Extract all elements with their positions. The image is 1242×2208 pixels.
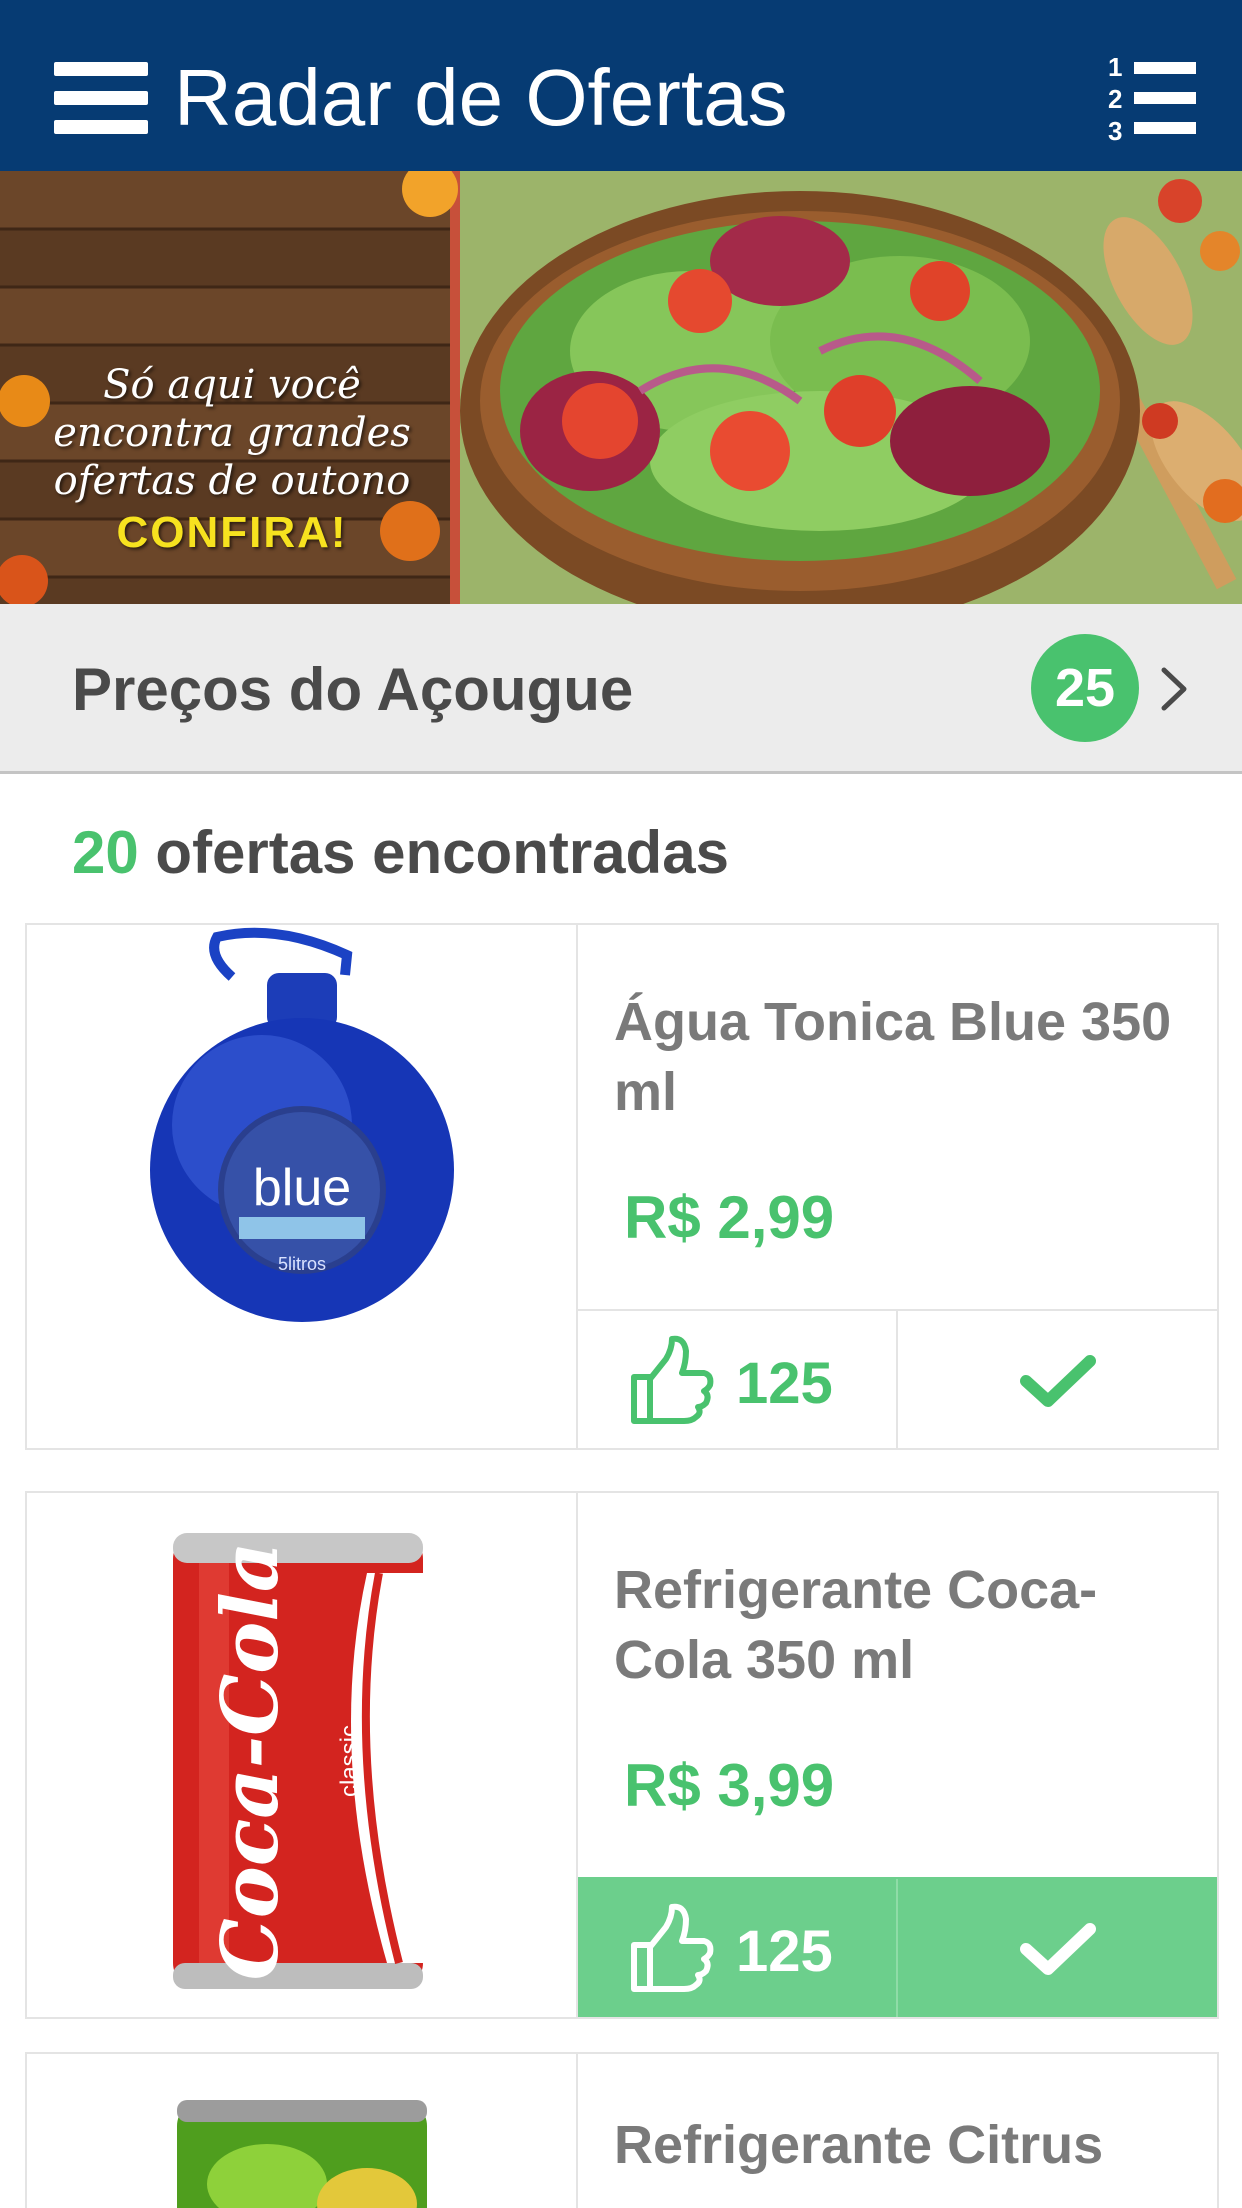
can-brand-text: Coca-Cola	[205, 1542, 296, 1981]
product-image	[27, 2054, 578, 2208]
add-to-list-button[interactable]	[898, 1879, 1217, 2017]
hamburger-menu-icon[interactable]	[54, 62, 148, 134]
results-number: 20	[72, 819, 139, 886]
bottle-volume-text: 5litros	[278, 1254, 326, 1274]
product-image: blue 5litros	[27, 925, 578, 1448]
chevron-right-icon[interactable]	[1158, 666, 1190, 712]
product-actions: 125	[578, 1877, 1217, 2017]
add-to-list-button[interactable]	[898, 1311, 1217, 1448]
app-header: Radar de Ofertas 1 2 3	[0, 0, 1242, 171]
like-button[interactable]: 125	[578, 1311, 898, 1448]
product-card[interactable]: Coca-Cola classic Refrigerante Coca-Cola…	[25, 1491, 1219, 2019]
product-name[interactable]: Água Tonica Blue 350 ml	[614, 987, 1184, 1127]
like-button[interactable]: 125	[578, 1879, 898, 2017]
product-actions: 125	[578, 1309, 1217, 1448]
product-info: Água Tonica Blue 350 ml R$ 2,99 125	[578, 925, 1217, 1448]
thumbs-up-icon	[631, 1335, 714, 1424]
category-count-badge: 25	[1031, 634, 1139, 742]
numbered-list-icon[interactable]: 1 2 3	[1108, 52, 1198, 144]
product-card[interactable]: blue 5litros Água Tonica Blue 350 ml R$ …	[25, 923, 1219, 1450]
svg-text:3: 3	[1108, 116, 1122, 144]
product-info: Refrigerante Citrus	[578, 2054, 1217, 2208]
thumbs-up-icon	[631, 1903, 714, 1992]
results-count: 20 ofertas encontradas	[72, 818, 729, 888]
product-price: R$ 3,99	[624, 1752, 835, 1819]
svg-text:1: 1	[1108, 52, 1122, 82]
check-icon	[1020, 1355, 1096, 1407]
promo-banner[interactable]: Só aqui você encontra grandes ofertas de…	[0, 171, 1242, 604]
bottle-label-text: blue	[253, 1159, 351, 1217]
banner-line: ofertas de outono	[53, 458, 411, 504]
category-bar[interactable]: Preços do Açougue 25	[0, 604, 1242, 774]
banner-headline: Só aqui você encontra grandes ofertas de…	[22, 361, 442, 561]
banner-line: encontra grandes	[53, 410, 411, 456]
can-variant-text: classic	[336, 1725, 363, 1797]
app-title: Radar de Ofertas	[174, 53, 788, 142]
like-count: 125	[736, 1351, 833, 1416]
like-count: 125	[736, 1919, 833, 1984]
product-name[interactable]: Refrigerante Coca-Cola 350 ml	[614, 1555, 1184, 1695]
check-icon	[1020, 1923, 1096, 1975]
results-label: ofertas encontradas	[155, 819, 729, 886]
product-name[interactable]: Refrigerante Citrus	[614, 2110, 1184, 2180]
product-image: Coca-Cola classic	[27, 1493, 578, 2017]
banner-cta: CONFIRA!	[116, 508, 348, 557]
product-card[interactable]: Refrigerante Citrus	[25, 2052, 1219, 2208]
banner-line: Só aqui você	[103, 362, 361, 408]
svg-text:2: 2	[1108, 84, 1122, 114]
category-title: Preços do Açougue	[72, 656, 634, 723]
product-info: Refrigerante Coca-Cola 350 ml R$ 3,99 12…	[578, 1493, 1217, 2017]
product-price: R$ 2,99	[624, 1184, 835, 1251]
